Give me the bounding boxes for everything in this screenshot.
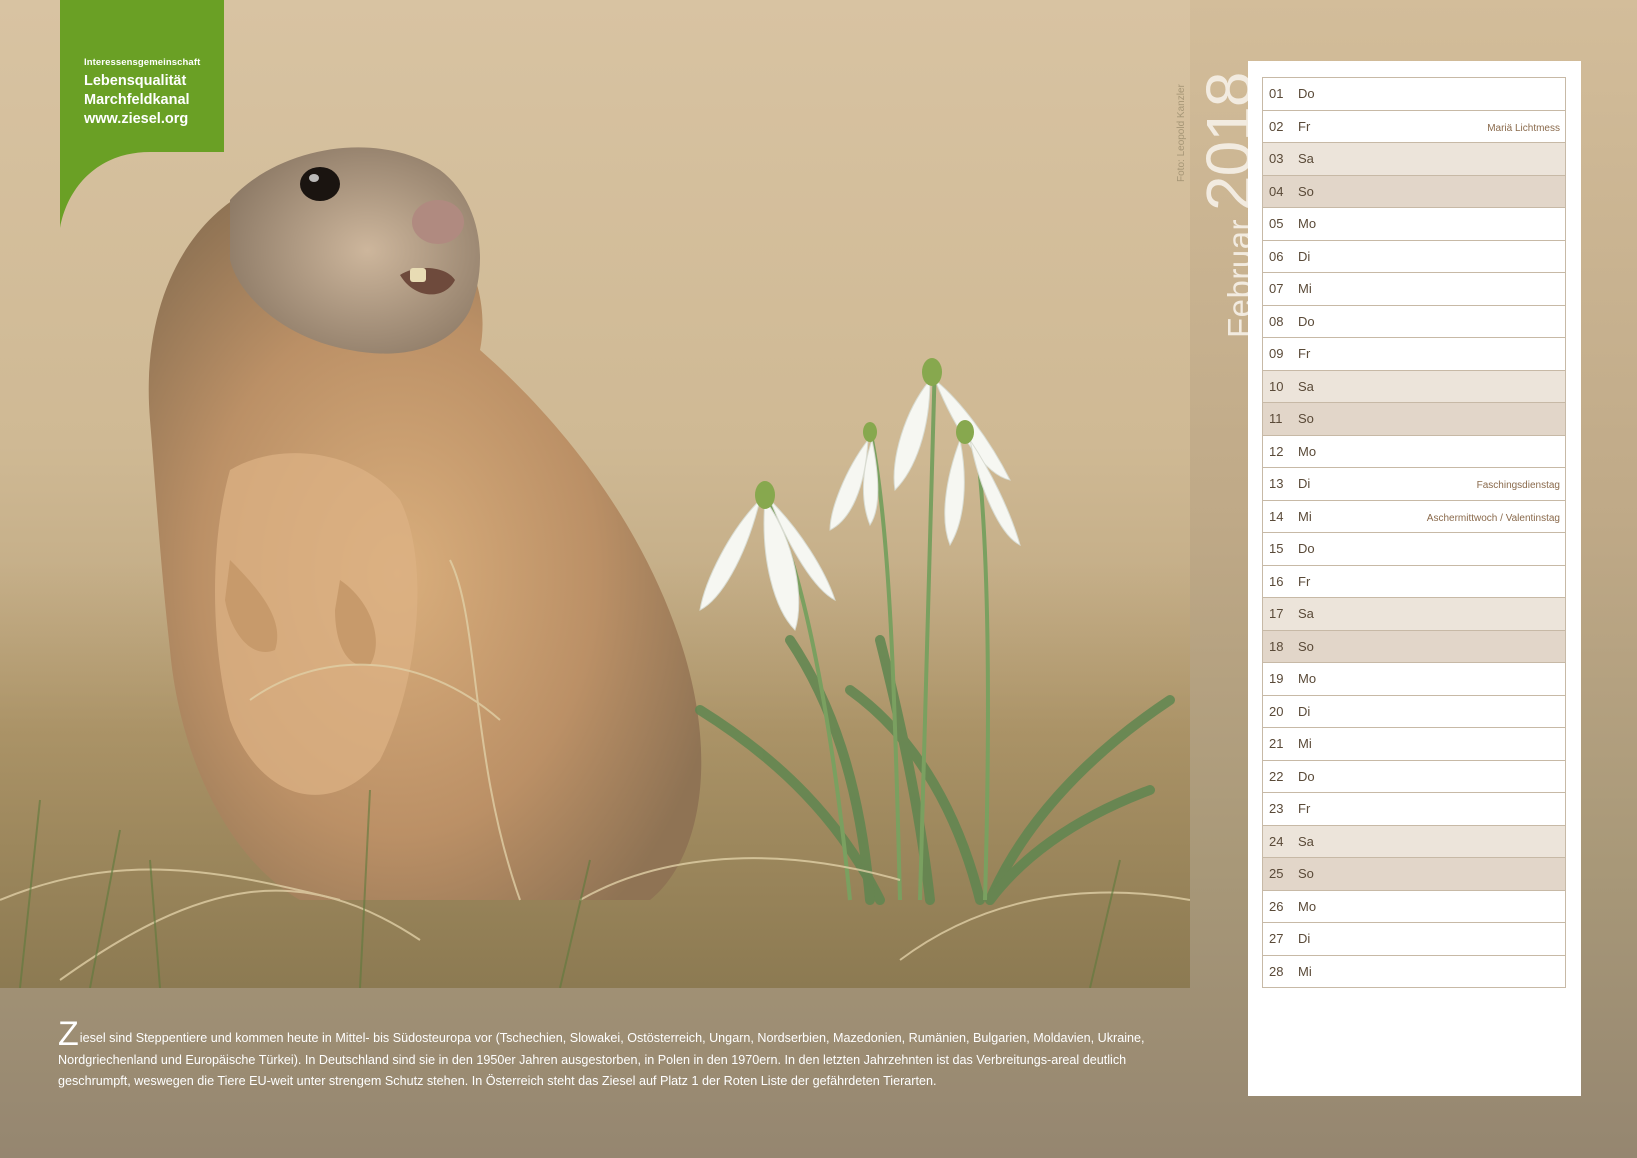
day-row: 21 Mi	[1262, 728, 1566, 761]
day-number: 28	[1269, 963, 1284, 979]
logo-line-2: Marchfeldkanal	[84, 92, 190, 108]
weekday-abbr: Mo	[1298, 671, 1317, 687]
day-row: 02 Fr Mariä Lichtmess	[1262, 110, 1566, 143]
day-row: 24 Sa	[1262, 825, 1566, 858]
weekday-abbr: Sa	[1298, 833, 1314, 849]
day-row: 13 Di Faschingsdienstag	[1262, 468, 1566, 501]
day-row: 09 Fr	[1262, 338, 1566, 371]
day-number: 16	[1269, 573, 1284, 589]
weekday-abbr: Do	[1298, 768, 1315, 784]
description-body: iesel sind Steppentiere und kommen heute…	[58, 1031, 1145, 1088]
day-row: 10 Sa	[1262, 370, 1566, 403]
day-row: 05 Mo	[1262, 208, 1566, 241]
day-number: 21	[1269, 736, 1284, 752]
day-list: 01 Do 02 Fr Mariä Lichtmess 03 Sa 04 So 05 Mo 06 Di 0…	[1262, 77, 1566, 988]
drop-cap: Z	[58, 1015, 79, 1053]
day-number: 06	[1269, 248, 1284, 264]
day-row: 14 Mi Aschermittwoch / Valentinstag	[1262, 500, 1566, 533]
photo-credit: Foto: Leopold Kanzler	[1176, 84, 1187, 182]
weekday-abbr: Sa	[1298, 378, 1314, 394]
day-number: 19	[1269, 671, 1284, 687]
day-number: 24	[1269, 833, 1284, 849]
day-number: 02	[1269, 118, 1284, 134]
day-number: 10	[1269, 378, 1284, 394]
day-number: 03	[1269, 151, 1284, 167]
description-text: Ziesel sind Steppentiere und kommen heut…	[58, 1017, 1190, 1093]
weekday-abbr: So	[1298, 638, 1314, 654]
weekday-abbr: Mo	[1298, 443, 1317, 459]
weekday-abbr: Mo	[1298, 898, 1317, 914]
day-row: 15 Do	[1262, 533, 1566, 566]
day-number: 17	[1269, 606, 1284, 622]
logo-line-1: Lebensqualität	[84, 73, 187, 89]
day-number: 12	[1269, 443, 1284, 459]
day-row: 26 Mo	[1262, 890, 1566, 923]
weekday-abbr: Mi	[1298, 963, 1312, 979]
day-number: 27	[1269, 931, 1284, 947]
day-row: 25 So	[1262, 858, 1566, 891]
weekday-abbr: Mi	[1298, 281, 1312, 297]
day-row: 03 Sa	[1262, 143, 1566, 176]
day-number: 11	[1269, 411, 1283, 427]
day-number: 01	[1269, 86, 1284, 102]
weekday-abbr: Mi	[1298, 736, 1312, 752]
weekday-abbr: Di	[1298, 476, 1311, 492]
day-number: 23	[1269, 801, 1284, 817]
day-row: 22 Do	[1262, 760, 1566, 793]
holiday-note: Mariä Lichtmess	[1487, 122, 1560, 134]
day-row: 28 Mi	[1262, 955, 1566, 988]
holiday-note: Faschingsdienstag	[1476, 480, 1560, 491]
weekday-abbr: Di	[1298, 931, 1311, 947]
day-number: 14	[1269, 508, 1284, 524]
day-row: 16 Fr	[1262, 565, 1566, 598]
day-row: 07 Mi	[1262, 273, 1566, 306]
day-row: 18 So	[1262, 630, 1566, 663]
day-number: 18	[1269, 638, 1284, 654]
weekday-abbr: Mo	[1298, 216, 1317, 232]
weekday-abbr: Fr	[1298, 346, 1311, 362]
day-row: 20 Di	[1262, 695, 1566, 728]
weekday-abbr: Do	[1298, 541, 1315, 557]
day-row: 11 So	[1262, 403, 1566, 436]
day-row: 19 Mo	[1262, 663, 1566, 696]
day-row: 27 Di	[1262, 923, 1566, 956]
weekday-abbr: Fr	[1298, 118, 1311, 134]
weekday-abbr: Sa	[1298, 606, 1314, 622]
day-row: 12 Mo	[1262, 435, 1566, 468]
day-number: 15	[1269, 541, 1284, 557]
day-row: 23 Fr	[1262, 793, 1566, 826]
day-number: 09	[1269, 346, 1284, 362]
calendar-panel: 01 Do 02 Fr Mariä Lichtmess 03 Sa 04 So 05 Mo 06 Di 0…	[1248, 61, 1581, 1096]
day-number: 26	[1269, 898, 1284, 914]
weekday-abbr: So	[1298, 411, 1314, 427]
day-row: 06 Di	[1262, 240, 1566, 273]
day-number: 05	[1269, 216, 1284, 232]
weekday-abbr: Fr	[1298, 801, 1311, 817]
day-number: 08	[1269, 313, 1284, 329]
weekday-abbr: Sa	[1298, 151, 1314, 167]
day-number: 22	[1269, 768, 1284, 784]
logo-website: www.ziesel.org	[84, 111, 189, 127]
logo-small-line: Interessensgemeinschaft	[84, 57, 201, 68]
day-row: 01 Do	[1262, 78, 1566, 111]
organization-logo: Interessensgemeinschaft Lebensqualität M…	[60, 0, 224, 230]
day-row: 08 Do	[1262, 305, 1566, 338]
weekday-abbr: Mi	[1298, 508, 1312, 524]
day-number: 07	[1269, 281, 1284, 297]
day-number: 25	[1269, 866, 1284, 882]
weekday-abbr: So	[1298, 866, 1314, 882]
weekday-abbr: Fr	[1298, 573, 1311, 589]
day-row: 17 Sa	[1262, 598, 1566, 631]
weekday-abbr: Do	[1298, 313, 1315, 329]
day-row: 04 So	[1262, 175, 1566, 208]
day-number: 20	[1269, 703, 1284, 719]
weekday-abbr: Di	[1298, 703, 1311, 719]
day-number: 04	[1269, 183, 1284, 199]
weekday-abbr: Do	[1298, 86, 1315, 102]
holiday-note: Aschermittwoch / Valentinstag	[1426, 512, 1560, 524]
weekday-abbr: Di	[1298, 248, 1311, 264]
day-number: 13	[1269, 476, 1284, 492]
weekday-abbr: So	[1298, 183, 1314, 199]
